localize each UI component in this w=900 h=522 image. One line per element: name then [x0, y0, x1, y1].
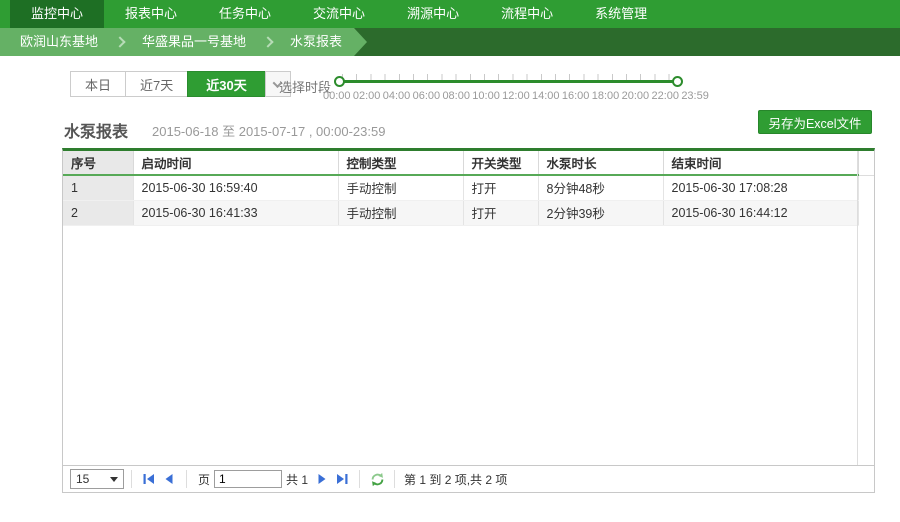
nav-item[interactable]: 报表中心: [104, 0, 198, 28]
cell: 2015-06-30 17:08:28: [663, 175, 858, 200]
range-button[interactable]: 近30天: [187, 71, 265, 97]
cell: 2015-06-30 16:44:12: [663, 200, 858, 225]
column-header: 启动时间: [133, 151, 338, 175]
pagination-bar: 15 页 共 1: [63, 465, 874, 492]
time-tick-label: 08:00: [442, 90, 470, 102]
time-slider[interactable]: [338, 73, 679, 88]
cell: 打开: [463, 175, 538, 200]
cell: 手动控制: [338, 200, 463, 225]
range-buttons: 本日近7天近30天: [70, 71, 265, 97]
next-page-icon: [315, 472, 329, 486]
column-header: 控制类型: [338, 151, 463, 175]
report-grid: 序号启动时间控制类型开关类型水泵时长结束时间 12015-06-30 16:59…: [62, 148, 875, 493]
water-pump-report-page: 监控中心报表中心任务中心交流中心溯源中心流程中心系统管理 欧润山东基地华盛果品一…: [0, 0, 900, 522]
last-page-icon: [335, 472, 349, 486]
nav-item[interactable]: 监控中心: [10, 0, 104, 28]
slider-handle-start[interactable]: [334, 76, 345, 87]
scrollbar-column: [858, 151, 874, 175]
divider: [394, 470, 395, 488]
first-page-icon: [142, 472, 156, 486]
refresh-button[interactable]: [369, 471, 385, 487]
next-page-button[interactable]: [314, 471, 330, 487]
page-title: 水泵报表: [64, 118, 128, 142]
breadcrumb-item[interactable]: 水泵报表: [278, 28, 354, 56]
time-tick-label: 04:00: [383, 90, 411, 102]
column-header: 开关类型: [463, 151, 538, 175]
cell: 2015-06-30 16:59:40: [133, 175, 338, 200]
table-row[interactable]: 22015-06-30 16:41:33手动控制打开2分钟39秒2015-06-…: [63, 200, 874, 225]
time-tick-label: 02:00: [353, 90, 381, 102]
page-size-value: 15: [76, 472, 89, 486]
cell: 2015-06-30 16:41:33: [133, 200, 338, 225]
nav-item[interactable]: 溯源中心: [386, 0, 480, 28]
date-range-filter: 本日近7天近30天: [70, 71, 291, 97]
time-scale: 00:0002:0004:0006:0008:0010:0012:0014:00…: [323, 90, 709, 102]
time-tick-label: 20:00: [622, 90, 650, 102]
range-button[interactable]: 近7天: [125, 71, 188, 97]
pagination-status: 第 1 到 2 项,共 2 项: [404, 471, 507, 488]
column-header: 序号: [63, 151, 133, 175]
time-tick-label: 16:00: [562, 90, 590, 102]
nav-item[interactable]: 系统管理: [574, 0, 668, 28]
scrollbar-track: [857, 151, 858, 465]
nav-item[interactable]: 交流中心: [292, 0, 386, 28]
divider: [359, 470, 360, 488]
breadcrumb-arrow-icon: [354, 28, 367, 56]
main-nav: 监控中心报表中心任务中心交流中心溯源中心流程中心系统管理: [0, 0, 900, 28]
divider: [186, 470, 187, 488]
last-page-button[interactable]: [334, 471, 350, 487]
range-button[interactable]: 本日: [70, 71, 126, 97]
report-date-range: 2015-06-18 至 2015-07-17 , 00:00-23:59: [152, 121, 385, 140]
cell: 8分钟48秒: [538, 175, 663, 200]
total-pages-label: 共 1: [286, 471, 308, 488]
caret-down-icon: [110, 477, 118, 482]
breadcrumb-item[interactable]: 欧润山东基地: [8, 28, 110, 56]
refresh-icon: [370, 472, 385, 487]
time-tick-label: 00:00: [323, 90, 351, 102]
breadcrumb: 欧润山东基地华盛果品一号基地水泵报表: [0, 28, 900, 56]
column-header: 水泵时长: [538, 151, 663, 175]
breadcrumb-list: 欧润山东基地华盛果品一号基地水泵报表: [0, 28, 354, 56]
column-header: 结束时间: [663, 151, 858, 175]
page-label: 页: [198, 471, 210, 488]
nav-item[interactable]: 任务中心: [198, 0, 292, 28]
report-table: 序号启动时间控制类型开关类型水泵时长结束时间 12015-06-30 16:59…: [63, 151, 874, 226]
divider: [131, 470, 132, 488]
breadcrumb-item[interactable]: 华盛果品一号基地: [130, 28, 258, 56]
cell: 手动控制: [338, 175, 463, 200]
chevron-right-icon: [262, 36, 273, 47]
prev-page-button[interactable]: [161, 471, 177, 487]
grid-body: 12015-06-30 16:59:40手动控制打开8分钟48秒2015-06-…: [63, 175, 874, 225]
time-tick-label: 12:00: [502, 90, 530, 102]
slider-track: [338, 80, 679, 83]
time-tick-label: 10:00: [472, 90, 500, 102]
chevron-right-icon: [114, 36, 125, 47]
page-size-select[interactable]: 15: [70, 469, 124, 489]
grid-header-row: 序号启动时间控制类型开关类型水泵时长结束时间: [63, 151, 874, 175]
export-excel-button[interactable]: 另存为Excel文件: [758, 110, 872, 134]
scrollbar-column: [858, 175, 874, 200]
time-tick-label: 22:00: [651, 90, 679, 102]
cell: 打开: [463, 200, 538, 225]
time-tick-label: 14:00: [532, 90, 560, 102]
table-row[interactable]: 12015-06-30 16:59:40手动控制打开8分钟48秒2015-06-…: [63, 175, 874, 200]
page-input[interactable]: [214, 470, 282, 488]
slider-handle-end[interactable]: [672, 76, 683, 87]
nav-item[interactable]: 流程中心: [480, 0, 574, 28]
first-page-button[interactable]: [141, 471, 157, 487]
time-tick-label: 18:00: [592, 90, 620, 102]
cell: 2分钟39秒: [538, 200, 663, 225]
scrollbar-column: [858, 200, 874, 225]
cell: 2: [63, 200, 133, 225]
time-tick-label: 23:59: [681, 90, 709, 102]
prev-page-icon: [162, 472, 176, 486]
cell: 1: [63, 175, 133, 200]
time-tick-label: 06:00: [413, 90, 441, 102]
